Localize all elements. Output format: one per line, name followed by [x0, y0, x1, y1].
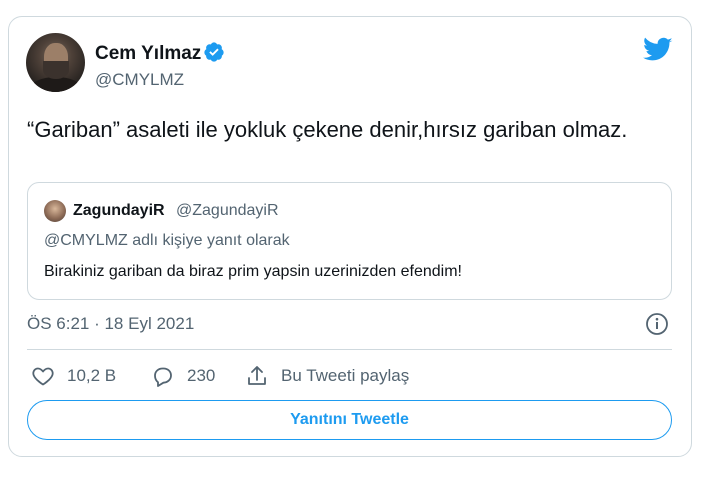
like-button[interactable]: 10,2 B	[31, 362, 116, 390]
author-handle[interactable]: @CMYLMZ	[95, 70, 184, 90]
tweet-timestamp[interactable]: ÖS 6:21 · 18 Eyl 2021	[27, 314, 194, 334]
author-display-name[interactable]: Cem Yılmaz	[95, 43, 201, 65]
verified-badge-icon	[204, 42, 224, 62]
quoted-avatar[interactable]	[44, 200, 66, 222]
tweet-text: “Gariban” asaleti ile yokluk çekene deni…	[27, 117, 628, 142]
share-label: Bu Tweeti paylaş	[281, 366, 410, 385]
quoted-display-name[interactable]: ZagundayiR	[73, 202, 165, 220]
info-icon[interactable]	[645, 312, 669, 336]
share-button[interactable]: Bu Tweeti paylaş	[245, 362, 409, 390]
quoted-handle[interactable]: @ZagundayiR	[176, 202, 279, 220]
share-upload-icon	[248, 366, 266, 385]
like-count: 10,2 B	[67, 366, 117, 385]
quoted-reply-context: @CMYLMZ adlı kişiye yanıt olarak	[44, 232, 290, 249]
speech-bubble-icon	[154, 367, 172, 387]
author-avatar[interactable]	[26, 33, 85, 92]
quoted-text: Birakiniz gariban da biraz prim yapsin u…	[44, 263, 462, 280]
tweet-card[interactable]: Cem Yılmaz @CMYLMZ “Gariban” asaleti ile…	[8, 16, 692, 457]
reply-tweet-button[interactable]: Yanıtını Tweetle	[27, 400, 672, 440]
divider	[27, 349, 672, 350]
heart-icon	[32, 367, 54, 386]
twitter-bird-icon[interactable]	[643, 37, 673, 63]
reply-count: 230	[187, 366, 216, 385]
reply-count-button[interactable]: 230	[151, 362, 215, 390]
quoted-tweet[interactable]: ZagundayiR @ZagundayiR @CMYLMZ adlı kişi…	[27, 182, 672, 300]
